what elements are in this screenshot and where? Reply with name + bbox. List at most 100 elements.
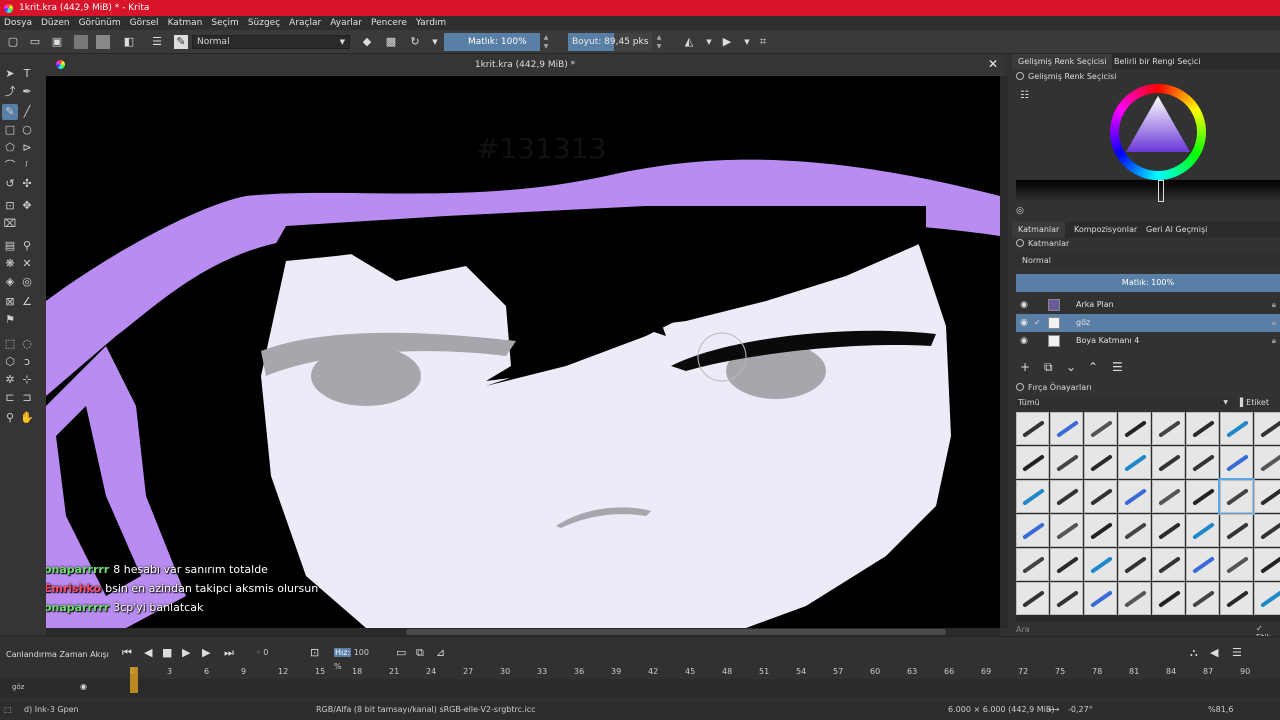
smart-patch-tool-icon[interactable]: ✕ [19, 256, 35, 272]
similar-selection-tool-icon[interactable]: ⊹ [19, 372, 35, 388]
brush-preset[interactable] [1186, 480, 1219, 513]
check-icon[interactable]: ✓ [1034, 314, 1041, 332]
brush-preset[interactable] [1152, 514, 1185, 547]
menu-image[interactable]: Görsel [130, 18, 159, 28]
freehand-selection-tool-icon[interactable]: ↄ [19, 354, 35, 370]
calligraphy-tool-icon[interactable]: ✒ [19, 84, 35, 100]
vertical-scrollbar[interactable] [1000, 76, 1008, 628]
brush-preset[interactable] [1254, 412, 1280, 445]
alpha-lock-icon[interactable]: ▩ [384, 35, 398, 49]
playhead[interactable] [130, 667, 138, 693]
refresh-icon[interactable]: ◎ [1016, 206, 1024, 216]
brush-preset[interactable] [1084, 412, 1117, 445]
onion-skin-icon[interactable]: ⧉ [416, 646, 424, 660]
eraser-icon[interactable]: ◆ [360, 35, 374, 49]
colorize-mask-tool-icon[interactable]: ❋ [2, 256, 18, 272]
brush-preset[interactable] [1084, 480, 1117, 513]
brush-preset[interactable] [1152, 548, 1185, 581]
brush-preset[interactable] [1220, 412, 1253, 445]
menu-view[interactable]: Görünüm [79, 18, 121, 28]
brush-preset[interactable] [1220, 446, 1253, 479]
tab-advanced-color[interactable]: Gelişmiş Renk Seçicisi [1012, 54, 1113, 70]
fg-bg-color-icon[interactable]: ◧ [122, 35, 136, 49]
stop-icon[interactable]: ■ [162, 646, 172, 659]
menu-help[interactable]: Yardım [416, 18, 446, 28]
brush-preset[interactable] [1016, 548, 1049, 581]
freehand-path-tool-icon[interactable]: ᶴ [19, 158, 35, 174]
pan-tool-icon[interactable]: ✋ [19, 410, 35, 426]
bezier-tool-icon[interactable]: ⌒ [2, 158, 18, 174]
brush-preset[interactable] [1220, 548, 1253, 581]
magnetic-selection-tool-icon[interactable]: ⊐ [19, 390, 35, 406]
bezier-selection-tool-icon[interactable]: ⊏ [2, 390, 18, 406]
elliptical-selection-tool-icon[interactable]: ◌ [19, 336, 35, 352]
brush-preset[interactable] [1220, 514, 1253, 547]
size-spinner[interactable]: ▲ ▼ [654, 33, 664, 51]
brush-preset[interactable] [1254, 548, 1280, 581]
brush-preset[interactable] [1186, 514, 1219, 547]
brush-preset[interactable] [1254, 582, 1280, 615]
pattern-swatch-icon[interactable] [96, 35, 110, 49]
brush-preset[interactable] [1118, 480, 1151, 513]
brush-preset[interactable] [1016, 446, 1049, 479]
edit-shapes-tool-icon[interactable]: ⤴ [2, 84, 18, 100]
tag-button[interactable]: ▌Etiket [1240, 396, 1269, 409]
brush-preset[interactable] [1254, 514, 1280, 547]
save-icon[interactable]: ▣ [50, 35, 64, 49]
layer-properties-icon[interactable]: ☰ [1112, 360, 1123, 374]
brush-preset[interactable] [1016, 582, 1049, 615]
duplicate-layer-icon[interactable]: ⧉ [1044, 360, 1053, 375]
line-tool-icon[interactable]: ╱ [19, 104, 35, 120]
brush-preset[interactable] [1050, 412, 1083, 445]
rectangle-tool-icon[interactable]: □ [2, 122, 18, 138]
horizontal-scrollbar[interactable] [46, 628, 1000, 636]
brush-preset[interactable] [1050, 548, 1083, 581]
brush-preset[interactable] [1084, 514, 1117, 547]
new-document-icon[interactable]: ▢ [6, 35, 20, 49]
drop-frames-icon[interactable]: ▭ [396, 646, 406, 659]
multibrush-tool-icon[interactable]: ✣ [19, 176, 35, 192]
menu-window[interactable]: Pencere [371, 18, 407, 28]
gradient-tool-icon[interactable]: ▤ [2, 238, 18, 254]
scrollbar-thumb[interactable] [406, 629, 946, 635]
document-title[interactable]: 1krit.kra (442,9 MiB) * [46, 60, 1004, 70]
brush-preset[interactable] [1186, 412, 1219, 445]
brush-settings-icon[interactable]: ☰ [150, 35, 164, 49]
brush-preset[interactable] [1118, 548, 1151, 581]
brush-preset[interactable] [1186, 582, 1219, 615]
polygon-tool-icon[interactable]: ⬠ [2, 140, 18, 156]
open-folder-icon[interactable]: ▭ [28, 35, 42, 49]
menu-icon[interactable]: ☰ [1232, 646, 1242, 659]
mirror-vertical-icon[interactable]: ▶ [720, 35, 734, 49]
menu-select[interactable]: Seçim [211, 18, 238, 28]
eye-icon[interactable]: ◉ [1018, 332, 1030, 350]
brush-preset[interactable] [1254, 446, 1280, 479]
reference-images-tool-icon[interactable]: ⚑ [2, 312, 18, 328]
lock-icon[interactable]: 🔒︎ [1272, 332, 1276, 350]
lock-icon[interactable]: 🔒︎ [1272, 296, 1276, 314]
freehand-brush-tool-icon[interactable]: ✎ [2, 104, 18, 120]
menu-layer[interactable]: Katman [168, 18, 203, 28]
brush-preset[interactable] [1118, 412, 1151, 445]
layer-row[interactable]: ◉ Boya Katmanı 4 🔒︎ [1016, 332, 1280, 350]
volume-icon[interactable]: ◀ [1210, 646, 1218, 659]
gradient-swatch-icon[interactable] [74, 35, 88, 49]
menu-file[interactable]: Dosya [4, 18, 32, 28]
brush-preset[interactable] [1118, 446, 1151, 479]
drawing-canvas[interactable]: #131313 onaparrrrr 8 hesabı var sanırım t… [46, 76, 1000, 628]
pattern-tool-icon[interactable]: ◎ [19, 274, 35, 290]
brush-preset-icon[interactable]: ✎ [174, 35, 188, 49]
layer-blend-select[interactable]: Normal [1016, 254, 1280, 268]
transform-tool-icon[interactable]: ⊡ [2, 198, 18, 214]
chevron-down-icon[interactable]: ▼ [702, 35, 716, 49]
select-shapes-tool-icon[interactable]: ➤ [2, 66, 18, 82]
brush-preset[interactable] [1152, 480, 1185, 513]
layer-opacity-slider[interactable]: Matlık: 100% [1016, 274, 1280, 292]
brush-preset[interactable] [1186, 548, 1219, 581]
text-tool-icon[interactable]: T [19, 66, 35, 82]
value-strip[interactable] [1016, 180, 1280, 202]
chevron-down-icon[interactable]: ▼ [428, 35, 442, 49]
brush-preset[interactable] [1050, 514, 1083, 547]
opacity-spinner[interactable]: ▲ ▼ [541, 33, 551, 51]
rectangular-selection-tool-icon[interactable]: ⬚ [2, 336, 18, 352]
